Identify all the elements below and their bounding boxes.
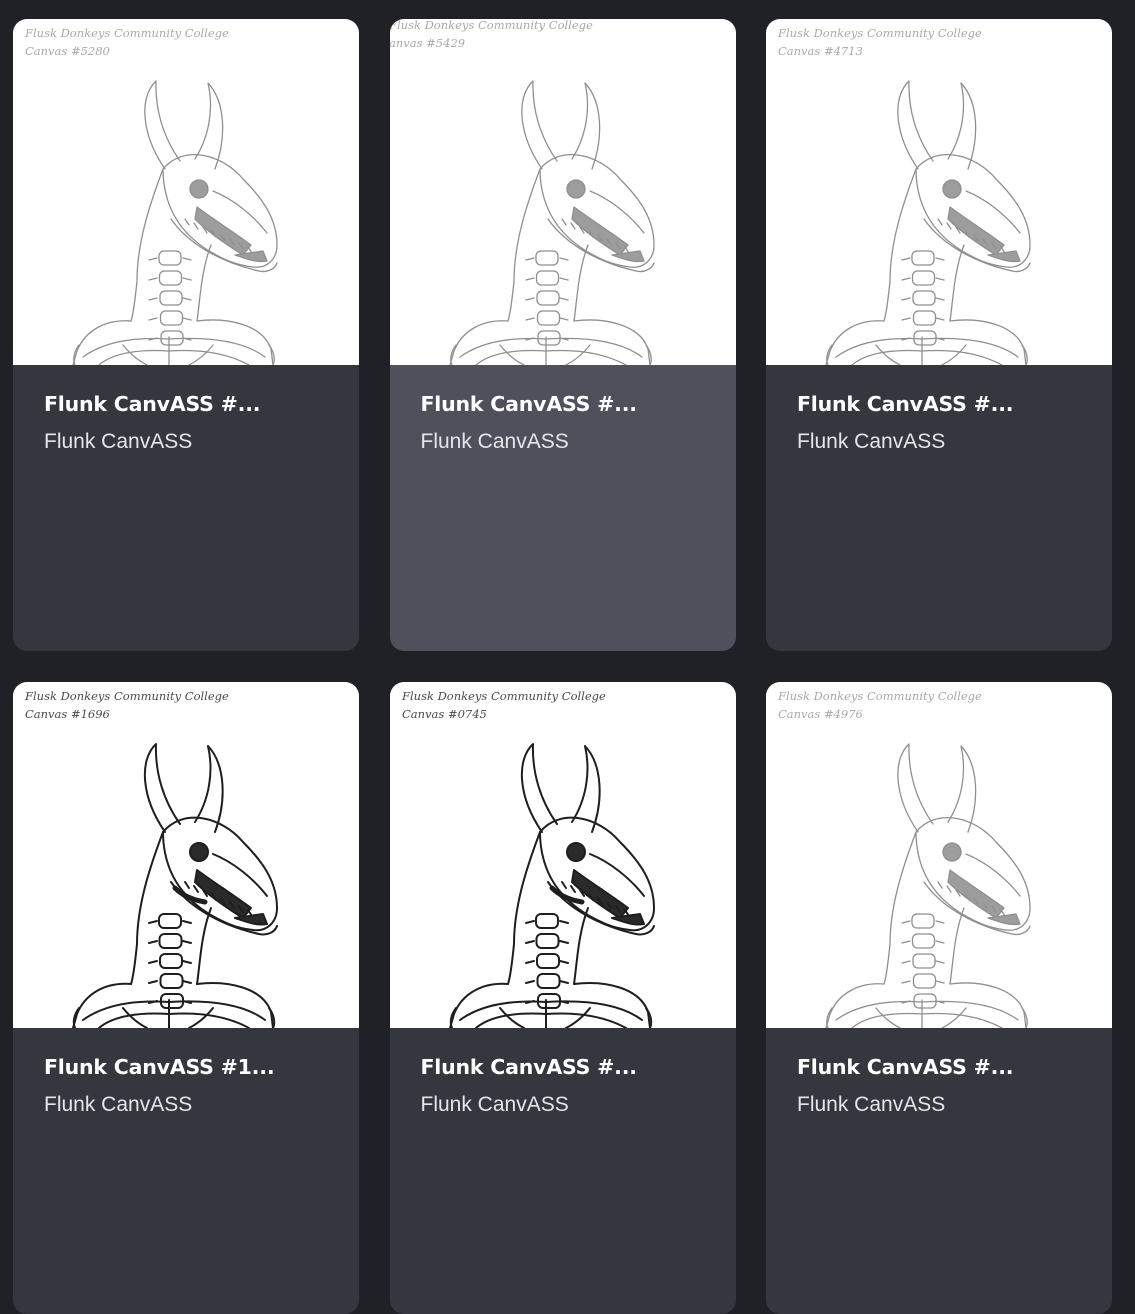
card-meta: Flunk CanvASS #... Flunk CanvASS bbox=[390, 1028, 736, 1118]
nft-card[interactable]: Flusk Donkeys Community College Canvas #5… bbox=[13, 19, 359, 651]
caption-line-2: Canvas #1696 bbox=[25, 707, 110, 721]
llama-skeleton-artwork: Flusk Donkeys Community College Canvas #4… bbox=[777, 689, 1031, 1028]
llama-skeleton-artwork: Flusk Donkeys Community College Canvas #1… bbox=[24, 689, 278, 1028]
nft-thumbnail[interactable]: Flusk Donkeys Community College Canvas #4… bbox=[766, 682, 1112, 1028]
nft-thumbnail[interactable]: Flusk Donkeys Community College Canvas #0… bbox=[389, 682, 736, 1028]
nft-card[interactable]: Flusk Donkeys Community College anvas #54… bbox=[389, 19, 736, 651]
caption-line-2: anvas #5429 bbox=[390, 36, 465, 50]
nft-thumbnail[interactable]: Flusk Donkeys Community College Canvas #4… bbox=[766, 19, 1112, 365]
caption-line-1: Flusk Donkeys Community College bbox=[401, 689, 606, 703]
caption-line-1: Flusk Donkeys Community College bbox=[777, 689, 982, 703]
nft-card-grid: Flusk Donkeys Community College Canvas #5… bbox=[13, 19, 1112, 1314]
card-title[interactable]: Flunk CanvASS #1... bbox=[44, 1054, 328, 1080]
card-collection-name[interactable]: Flunk CanvASS bbox=[797, 1092, 1081, 1118]
card-collection-name[interactable]: Flunk CanvASS bbox=[44, 1092, 328, 1118]
caption-line-1: Flusk Donkeys Community College bbox=[777, 26, 982, 40]
nft-card[interactable]: Flusk Donkeys Community College Canvas #4… bbox=[766, 682, 1112, 1314]
nft-card[interactable]: Flusk Donkeys Community College Canvas #4… bbox=[766, 19, 1112, 651]
nft-thumbnail[interactable]: Flusk Donkeys Community College Canvas #5… bbox=[13, 19, 359, 365]
llama-skeleton-artwork: Flusk Donkeys Community College Canvas #0… bbox=[401, 689, 655, 1028]
caption-line-1: Flusk Donkeys Community College bbox=[24, 689, 229, 703]
caption-line-2: Canvas #4976 bbox=[778, 707, 863, 721]
card-title[interactable]: Flunk CanvASS #... bbox=[44, 391, 328, 417]
nft-card[interactable]: Flusk Donkeys Community College Canvas #1… bbox=[13, 682, 359, 1314]
nft-thumbnail[interactable]: Flusk Donkeys Community College Canvas #1… bbox=[13, 682, 359, 1028]
card-collection-name[interactable]: Flunk CanvASS bbox=[797, 429, 1081, 455]
nft-thumbnail[interactable]: Flusk Donkeys Community College anvas #54… bbox=[389, 19, 736, 365]
caption-line-2: Canvas #0745 bbox=[402, 707, 487, 721]
llama-skeleton-artwork: Flusk Donkeys Community College Canvas #4… bbox=[777, 26, 1031, 365]
card-collection-name[interactable]: Flunk CanvASS bbox=[421, 1092, 705, 1118]
card-meta: Flunk CanvASS #... Flunk CanvASS bbox=[766, 1028, 1112, 1118]
card-meta: Flunk CanvASS #... Flunk CanvASS bbox=[766, 365, 1112, 455]
card-collection-name[interactable]: Flunk CanvASS bbox=[44, 429, 328, 455]
llama-skeleton-artwork: Flusk Donkeys Community College Canvas #5… bbox=[24, 26, 278, 365]
card-title[interactable]: Flunk CanvASS #... bbox=[421, 391, 705, 417]
card-title[interactable]: Flunk CanvASS #... bbox=[797, 1054, 1081, 1080]
card-meta: Flunk CanvASS #... Flunk CanvASS bbox=[13, 365, 359, 455]
caption-line-1: Flusk Donkeys Community College bbox=[390, 19, 593, 32]
caption-line-2: Canvas #4713 bbox=[778, 44, 863, 58]
card-collection-name[interactable]: Flunk CanvASS bbox=[421, 429, 705, 455]
caption-line-2: Canvas #5280 bbox=[25, 44, 110, 58]
nft-card[interactable]: Flusk Donkeys Community College Canvas #0… bbox=[389, 682, 736, 1314]
card-meta: Flunk CanvASS #... Flunk CanvASS bbox=[390, 365, 736, 455]
caption-line-1: Flusk Donkeys Community College bbox=[24, 26, 229, 40]
card-title[interactable]: Flunk CanvASS #... bbox=[797, 391, 1081, 417]
llama-skeleton-artwork: Flusk Donkeys Community College anvas #54… bbox=[390, 19, 655, 365]
card-title[interactable]: Flunk CanvASS #... bbox=[421, 1054, 705, 1080]
card-meta: Flunk CanvASS #1... Flunk CanvASS bbox=[13, 1028, 359, 1118]
